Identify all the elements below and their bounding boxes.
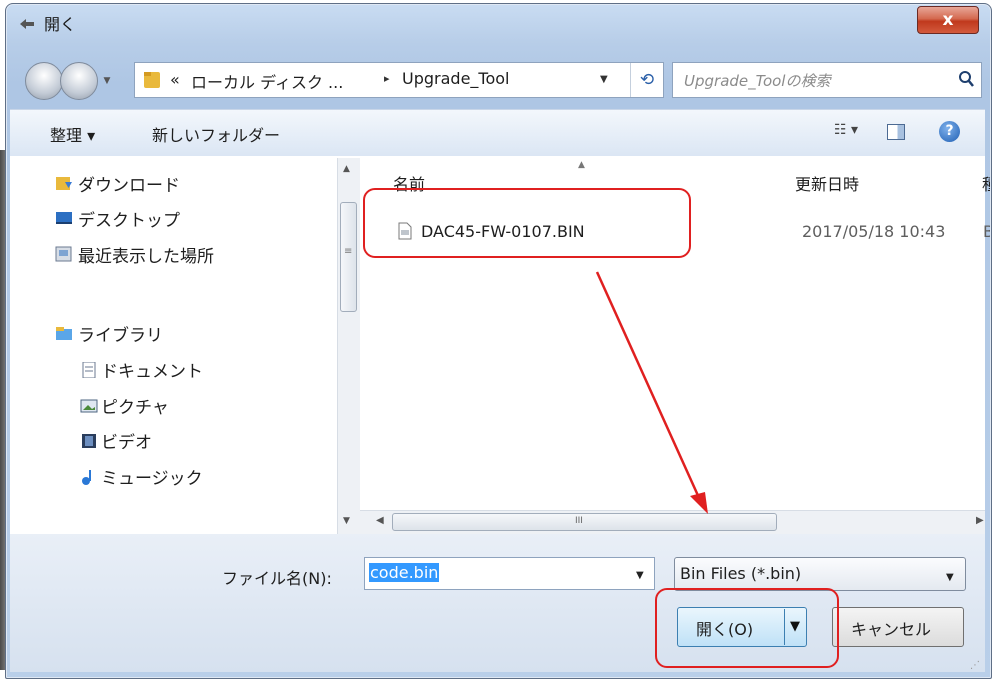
nav-item-pictures[interactable]: ピクチャ (101, 393, 169, 418)
scroll-down-arrow-icon[interactable]: ▼ (343, 516, 350, 526)
search-icon[interactable] (958, 70, 974, 88)
forward-button[interactable] (60, 62, 98, 100)
refresh-icon[interactable]: ⟲ (630, 63, 663, 97)
navigation-scroll-thumb[interactable] (340, 202, 357, 312)
breadcrumb-local-disk[interactable]: ローカル ディスク ... (191, 69, 343, 93)
scroll-up-arrow-icon[interactable]: ▲ (343, 164, 350, 174)
breadcrumb-current-folder[interactable]: Upgrade_Tool (402, 69, 509, 88)
column-header-type[interactable]: 種 (982, 171, 990, 195)
filename-label: ファイル名(N): (222, 569, 332, 588)
file-highlight-annotation (363, 188, 691, 258)
breadcrumb-overflow[interactable]: « (170, 70, 180, 89)
filename-value[interactable]: code.bin (369, 563, 440, 582)
file-type-dropdown-arrow[interactable]: ▼ (946, 572, 954, 583)
pictures-icon (80, 399, 98, 413)
nav-item-videos[interactable]: ビデオ (101, 428, 152, 453)
preview-pane-icon[interactable] (887, 124, 905, 140)
resize-grip-icon[interactable]: ⋰ (970, 660, 980, 671)
recent-pages-dropdown[interactable]: ▼ (100, 71, 114, 91)
desktop-icon (56, 212, 72, 224)
nav-item-recent-places[interactable]: 最近表示した場所 (78, 242, 214, 267)
breadcrumb-separator[interactable]: ▸ (384, 72, 390, 85)
library-icon (56, 327, 72, 340)
scroll-right-arrow-icon[interactable]: ▶ (976, 515, 984, 526)
file-row-type[interactable]: B (983, 222, 990, 241)
file-type-value[interactable]: Bin Files (*.bin) (680, 564, 801, 583)
scroll-left-arrow-icon[interactable]: ◀ (376, 515, 384, 526)
folder-icon (144, 72, 160, 88)
new-folder-button[interactable]: 新しいフォルダー (152, 122, 280, 146)
open-button-highlight-annotation (655, 588, 839, 668)
nav-item-desktop[interactable]: デスクトップ (78, 206, 180, 231)
cancel-button-label[interactable]: キャンセル (851, 616, 931, 640)
file-row-date[interactable]: 2017/05/18 10:43 (802, 222, 945, 241)
address-dropdown-arrow[interactable]: ▼ (600, 74, 608, 85)
videos-icon (82, 434, 96, 448)
help-icon[interactable]: ? (939, 121, 960, 142)
back-button[interactable] (25, 62, 63, 100)
search-input[interactable]: Upgrade_Toolの検索 (684, 70, 830, 91)
recent-places-icon (55, 246, 72, 262)
change-view-button[interactable]: ☷ ▾ (834, 122, 858, 138)
scroll-grip-icon: III (575, 516, 583, 526)
open-dialog-icon (20, 19, 34, 29)
nav-item-music[interactable]: ミュージック (101, 464, 203, 489)
close-button[interactable]: x (917, 6, 979, 34)
window-title: 開く (44, 15, 77, 34)
scroll-grip-icon: ≡ (344, 246, 353, 257)
horizontal-scroll-thumb[interactable] (392, 513, 777, 531)
organize-button[interactable]: 整理 ▾ (50, 122, 95, 146)
sort-ascending-icon: ▲ (578, 160, 585, 170)
filename-dropdown-arrow[interactable]: ▼ (636, 570, 644, 581)
download-folder-icon (56, 177, 72, 190)
nav-item-downloads[interactable]: ダウンロード (78, 171, 180, 196)
music-icon (82, 470, 91, 485)
nav-item-libraries[interactable]: ライブラリ (78, 321, 163, 346)
column-header-date-modified[interactable]: 更新日時 (795, 171, 859, 195)
nav-item-documents[interactable]: ドキュメント (101, 357, 203, 382)
documents-icon (82, 362, 96, 378)
